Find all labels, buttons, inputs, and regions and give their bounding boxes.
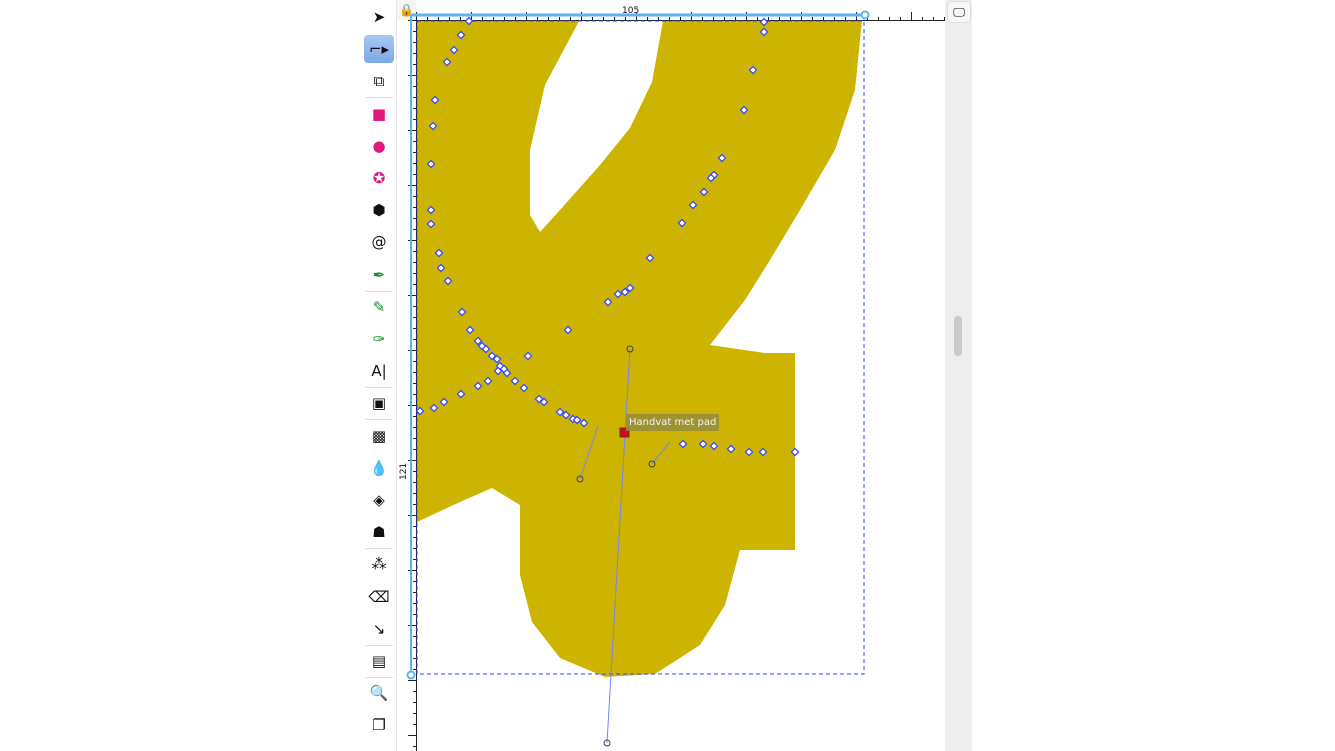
guide-handle[interactable]	[406, 670, 416, 680]
guide-handle[interactable]	[860, 10, 870, 20]
display-mode-button[interactable]: 🖵	[947, 1, 971, 23]
tooltip: Handvat met pad	[626, 414, 720, 431]
canvas[interactable]	[0, 0, 1335, 751]
vertical-scrollbar[interactable]	[945, 0, 972, 751]
monitor-icon: 🖵	[953, 4, 965, 19]
scrollbar-thumb[interactable]	[954, 316, 962, 356]
